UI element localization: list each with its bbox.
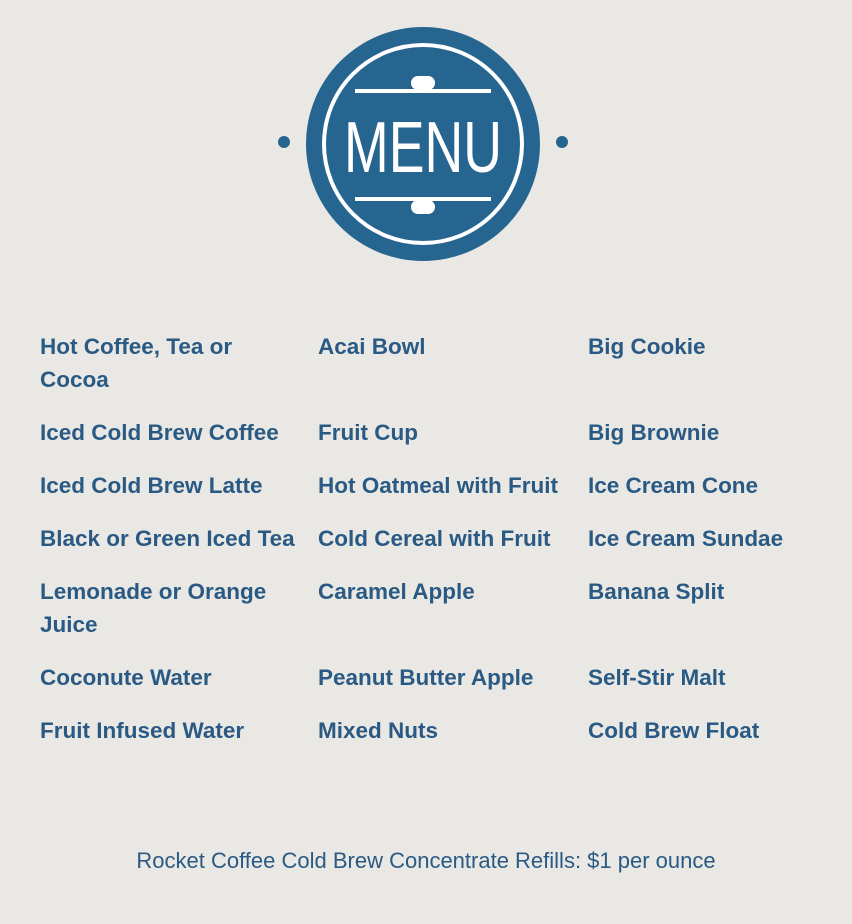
menu-item: Iced Cold Brew Latte xyxy=(40,473,263,498)
menu-item: Ice Cream Cone xyxy=(588,473,759,498)
menu-item: Fruit Infused Water xyxy=(40,718,245,743)
menu-item: Acai Bowl xyxy=(318,334,426,359)
menu-item: Hot Oatmeal with Fruit xyxy=(318,473,559,498)
menu-item: Cold Cereal with Fruit xyxy=(318,526,551,551)
logo-bottom-tab xyxy=(411,200,435,214)
menu-item: Lemonade or Orange Juice xyxy=(40,579,267,637)
menu-item: Coconute Water xyxy=(40,665,212,690)
menu-logo: MENU xyxy=(270,26,570,264)
menu-item: Banana Split xyxy=(588,579,725,604)
menu-item: Big Brownie xyxy=(588,420,720,445)
menu-item: Black or Green Iced Tea xyxy=(40,526,295,551)
menu-item: Caramel Apple xyxy=(318,579,475,604)
logo-top-tab xyxy=(411,76,435,90)
menu-item: Fruit Cup xyxy=(318,420,418,445)
menu-grid: Hot Coffee, Tea or Cocoa Acai Bowl Big Coo… xyxy=(40,330,818,747)
menu-item: Mixed Nuts xyxy=(318,718,439,743)
menu-item: Big Cookie xyxy=(588,334,706,359)
menu-item: Hot Coffee, Tea or Cocoa xyxy=(40,334,233,392)
logo-right-dot xyxy=(556,136,568,148)
logo-left-dot xyxy=(278,136,290,148)
menu-item: Peanut Butter Apple xyxy=(318,665,534,690)
menu-item: Cold Brew Float xyxy=(588,718,760,743)
refill-note: Rocket Coffee Cold Brew Concentrate Refi… xyxy=(136,848,716,873)
menu-item: Self-Stir Malt xyxy=(588,665,726,690)
logo-text: MENU xyxy=(344,108,502,188)
menu-item: Ice Cream Sundae xyxy=(588,526,784,551)
menu-item: Iced Cold Brew Coffee xyxy=(40,420,279,445)
